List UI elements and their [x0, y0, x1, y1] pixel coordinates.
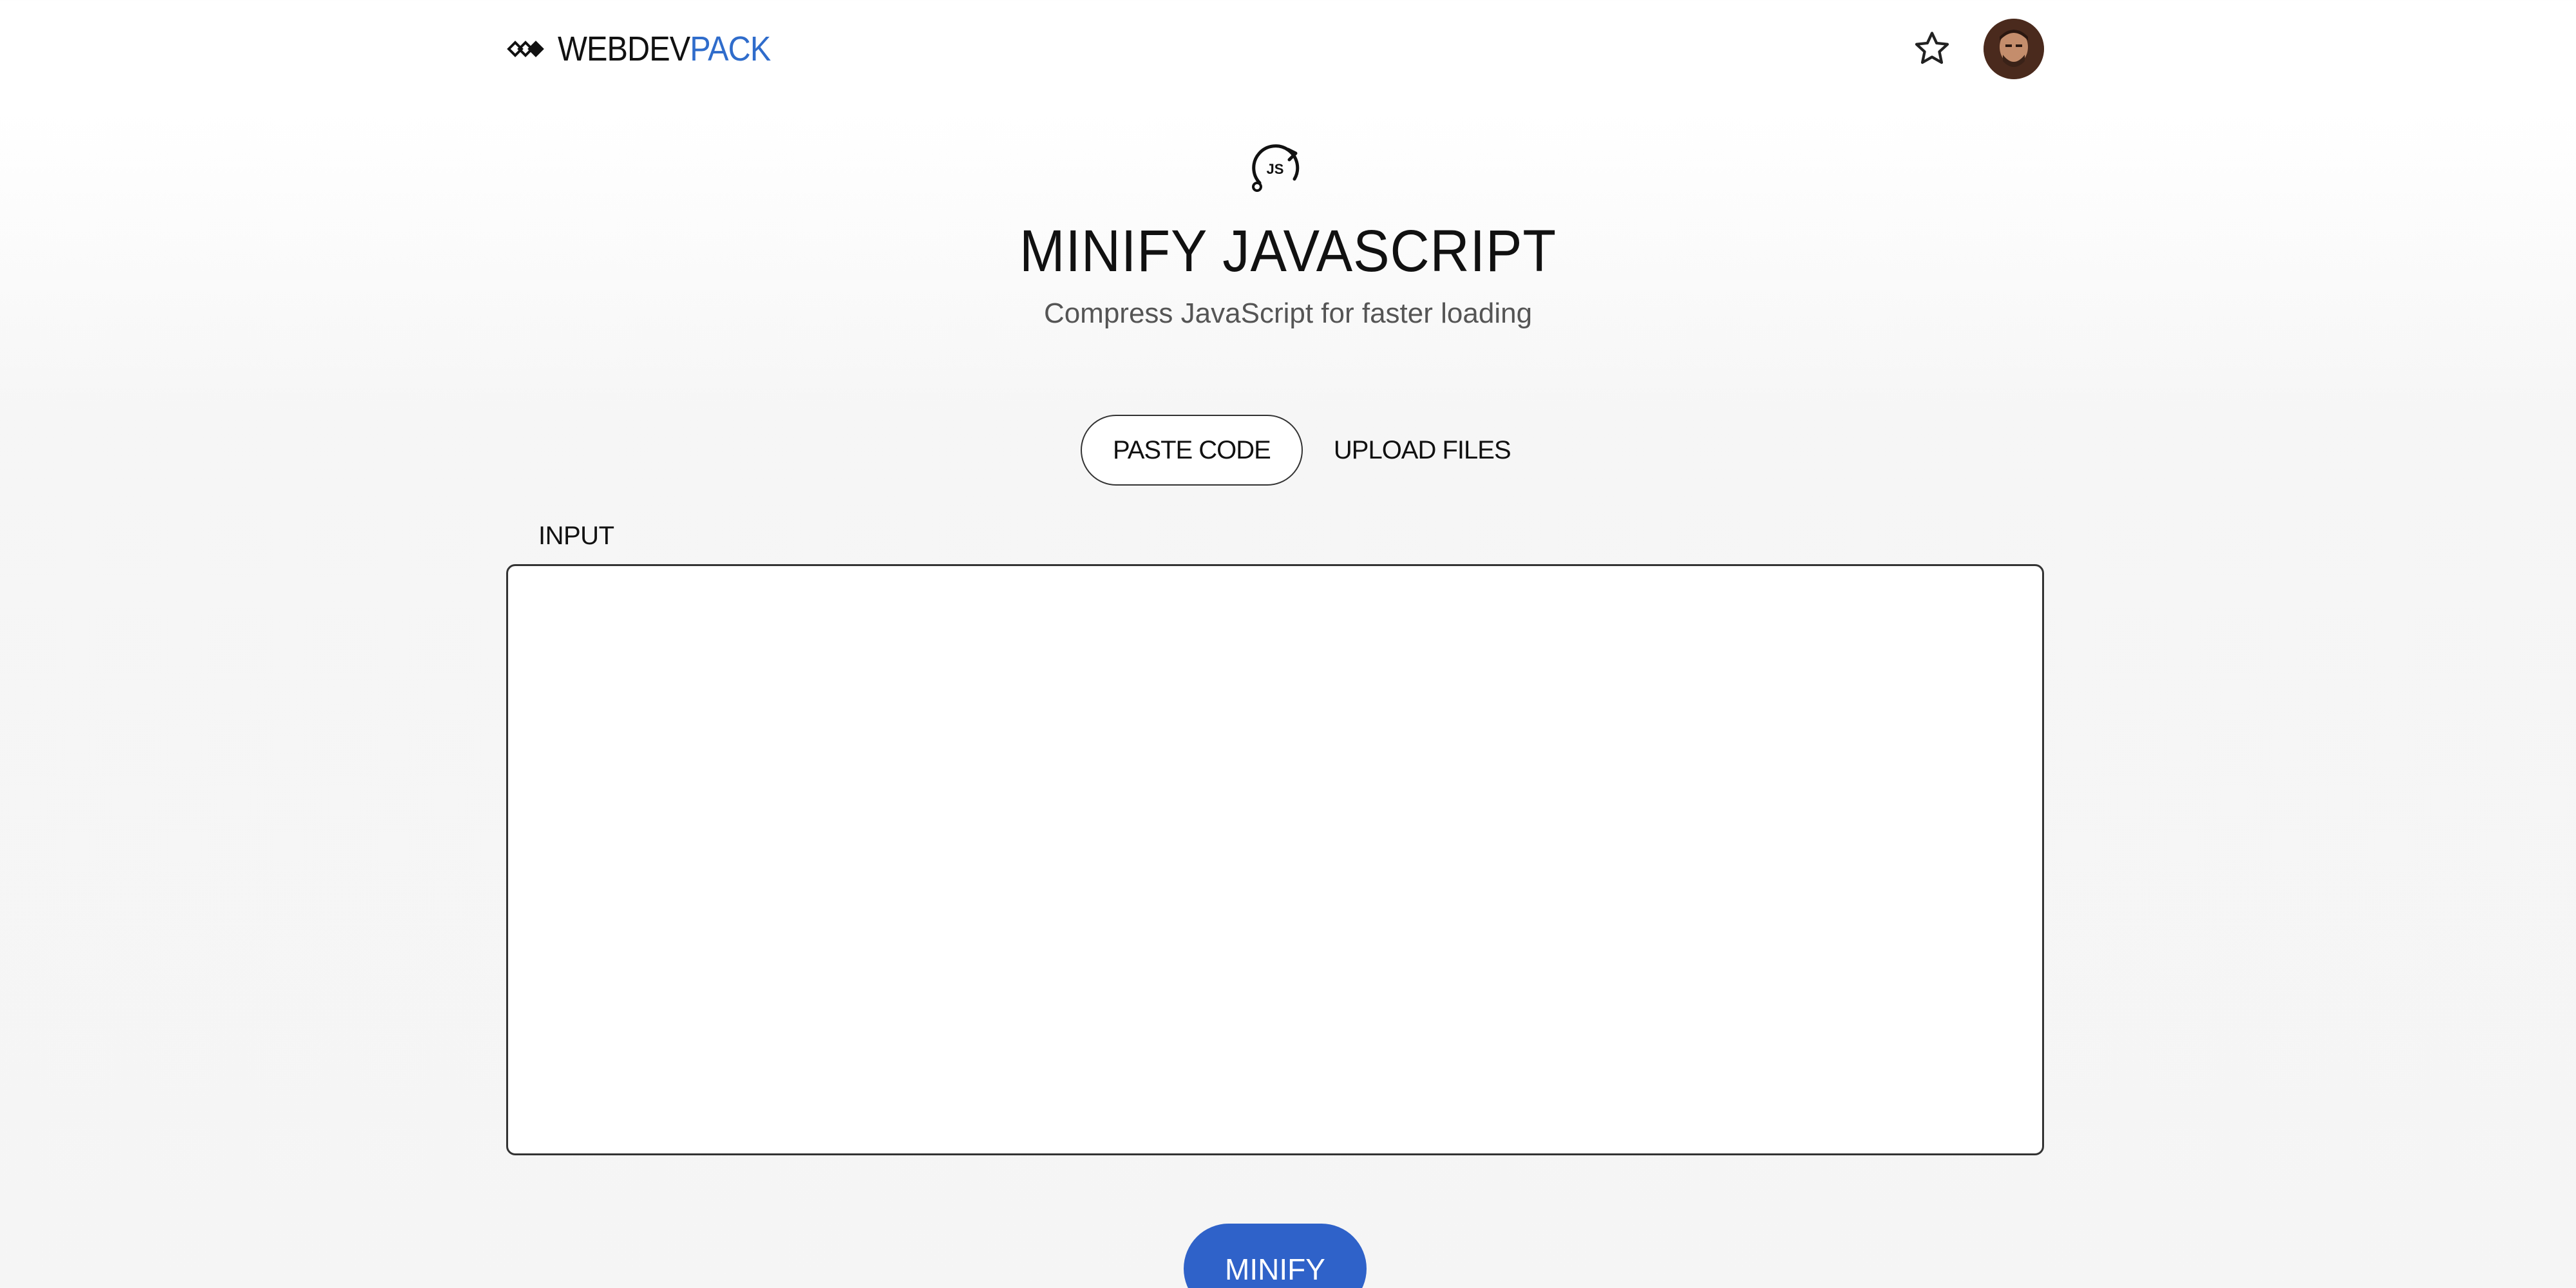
diamond-chevrons-icon [507, 41, 544, 57]
top-header: WEBDEVPACK [506, 18, 2044, 80]
user-avatar-icon [1984, 19, 2044, 79]
site-logo[interactable]: WEBDEVPACK [506, 29, 794, 69]
page-title: MINIFY JAVASCRIPT [1019, 218, 1557, 284]
page-subtitle: Compress JavaScript for faster loading [1043, 298, 1533, 329]
tab-upload-files[interactable]: UPLOAD FILES [1329, 415, 1516, 486]
tab-paste-code[interactable]: PASTE CODE [1081, 415, 1303, 486]
avatar[interactable] [1984, 19, 2044, 79]
minify-button[interactable]: MINIFY [1184, 1224, 1367, 1288]
header-actions [1911, 19, 2044, 79]
js-refresh-icon: JS [1252, 144, 1300, 192]
logo-text: WEBDEVPACK [558, 29, 771, 69]
input-mode-tabs: PASTE CODE UPLOAD FILES [1081, 415, 1516, 486]
js-icon-text: JS [1267, 161, 1284, 177]
logo-text-webdev: WEBDEV [558, 30, 690, 68]
star-icon[interactable] [1911, 28, 1953, 70]
input-label: INPUT [538, 522, 614, 550]
logo-text-pack: PACK [690, 30, 771, 68]
code-input[interactable] [506, 564, 2044, 1155]
